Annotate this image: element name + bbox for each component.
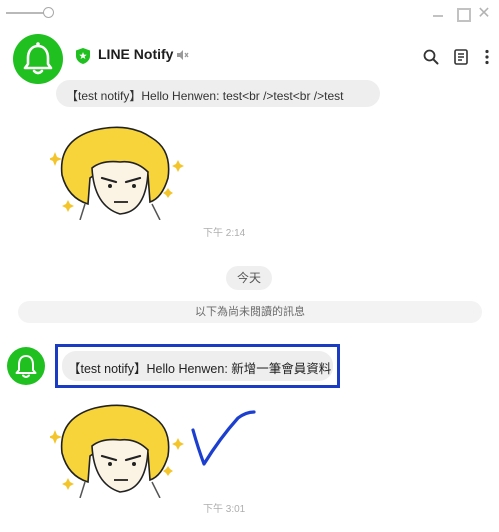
more-vertical-icon[interactable] [478,48,496,66]
close-icon[interactable]: ✕ [476,5,492,21]
checkmark-annotation [191,410,256,466]
unread-divider: 以下為尚未閱讀的訊息 [18,301,482,323]
bell-icon [15,355,37,378]
message-time: 下午 3:01 [203,504,246,515]
sticker-image[interactable] [50,398,190,498]
sender-avatar[interactable] [7,347,45,385]
notes-icon[interactable] [452,48,470,66]
shield-check-icon [76,48,90,64]
highlight-annotation-box: 【test notify】Hello Henwen: 新增一筆會員資料 [55,344,340,388]
line-notify-avatar[interactable] [13,34,63,84]
opacity-slider-knob[interactable] [43,7,54,18]
sticker-image[interactable] [50,120,190,220]
message-bubble[interactable]: 【test notify】Hello Henwen: test<br />tes… [56,80,380,107]
message-time: 下午 2:14 [203,228,246,239]
date-divider: 今天 [226,266,272,290]
maximize-icon[interactable] [454,5,471,22]
chat-title: LINE Notify [98,46,174,62]
speaker-muted-icon [177,50,189,60]
search-icon[interactable] [422,48,440,66]
window-titlebar: ✕ [0,0,499,26]
message-bubble[interactable]: 【test notify】Hello Henwen: 新增一筆會員資料 [62,351,333,381]
bell-icon [23,42,53,75]
minimize-icon[interactable] [430,5,446,21]
